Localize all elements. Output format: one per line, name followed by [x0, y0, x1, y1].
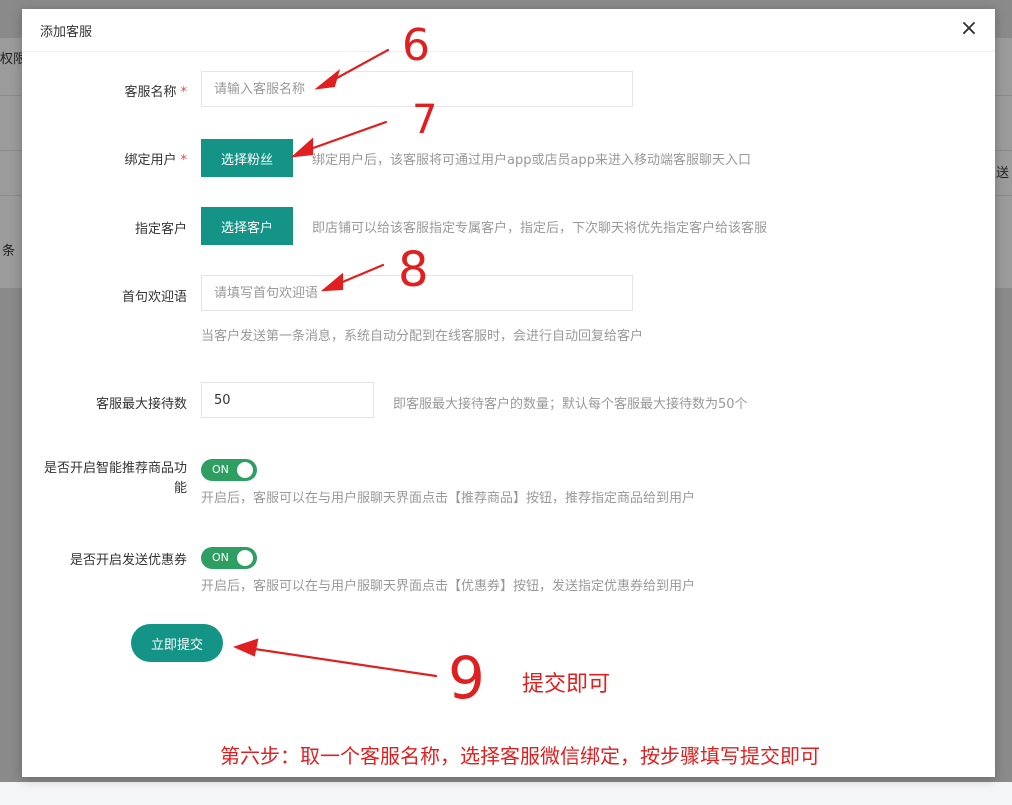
submit-button[interactable]: 立即提交 [131, 624, 223, 662]
agent-name-label: 客服名称 * [124, 81, 187, 100]
assign-customer-label-text: 指定客户 [134, 222, 187, 237]
welcome-hint: 当客户发送第一条消息，系统自动分配到在线客服时，会进行自动回复给客户 [201, 329, 644, 344]
recommend-goods-hint: 开启后，客服可以在与用户服聊天界面点击【推荐商品】按钮，推荐指定商品给到用户 [201, 491, 696, 506]
background-footer [0, 782, 1012, 805]
max-reception-label-text: 客服最大接待数 [95, 397, 187, 412]
background-text-right: 送 [996, 166, 1010, 181]
recommend-goods-label-text: 是否开启智能推荐商品功能 [43, 461, 187, 496]
send-coupon-label: 是否开启发送优惠券 [70, 549, 187, 568]
required-mark: * [180, 153, 188, 168]
annotation-number-7: 7 [412, 97, 438, 143]
assign-customer-label: 指定客户 [135, 218, 187, 237]
send-coupon-toggle[interactable]: ON [201, 547, 257, 569]
bind-user-hint: 绑定用户后，该客服将可通过用户app或店员app来进入移动端客服聊天入口 [312, 153, 751, 168]
welcome-label: 首句欢迎语 [122, 286, 187, 305]
annotation-number-8: 8 [398, 242, 429, 298]
add-agent-dialog: 添加客服 × 客服名称* 绑定用户* 选择粉丝 绑定用户后，该客服将可通过用户a… [22, 9, 995, 777]
toggle-on-text: ON [212, 551, 229, 564]
select-customer-button[interactable]: 选择客户 [201, 207, 293, 245]
send-coupon-hint: 开启后，客服可以在与用户服聊天界面点击【优惠券】按钮，发送指定优惠券给到用户 [201, 579, 696, 594]
close-icon[interactable]: × [959, 18, 979, 40]
welcome-label-text: 首句欢迎语 [121, 290, 187, 305]
background-text-left-2: 条 [2, 244, 16, 259]
max-reception-label: 客服最大接待数 [96, 393, 187, 412]
annotation-number-6: 6 [402, 20, 430, 71]
recommend-goods-label: 是否开启智能推荐商品功能 [37, 459, 187, 499]
max-reception-hint: 即客服最大接待客户的数量；默认每个客服最大接待数为50个 [393, 397, 748, 412]
agent-name-label-text: 客服名称 [124, 85, 177, 100]
dialog-header: 添加客服 × [22, 9, 995, 52]
toggle-on-text: ON [212, 463, 229, 476]
required-mark: * [180, 85, 188, 100]
max-reception-input[interactable] [201, 382, 374, 418]
bind-user-label-text: 绑定用户 [124, 153, 177, 168]
bind-user-label: 绑定用户 * [124, 149, 187, 168]
annotation-step-note: 第六步：取一个客服名称，选择客服微信绑定，按步骤填写提交即可 [220, 744, 820, 768]
assign-customer-hint: 即店铺可以给该客服指定专属客户，指定后，下次聊天将优先指定客户给该客服 [312, 221, 768, 236]
send-coupon-label-text: 是否开启发送优惠券 [69, 553, 187, 568]
recommend-goods-toggle[interactable]: ON [201, 459, 257, 481]
toggle-knob [237, 462, 253, 478]
toggle-knob [237, 550, 253, 566]
select-fans-button[interactable]: 选择粉丝 [201, 139, 293, 177]
dialog-title: 添加客服 [40, 25, 93, 40]
annotation-number-9: 9 [448, 644, 485, 712]
annotation-submit-note: 提交即可 [522, 672, 611, 697]
